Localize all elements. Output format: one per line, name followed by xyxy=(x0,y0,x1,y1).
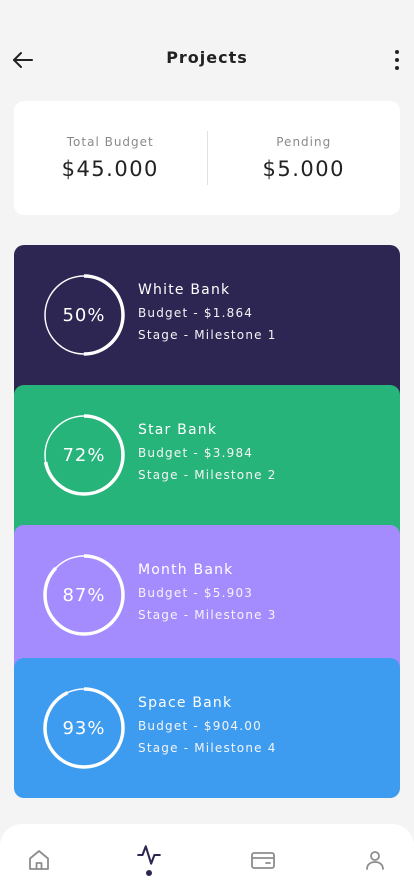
wallet-icon xyxy=(251,852,275,869)
project-name: Star Bank xyxy=(138,422,218,438)
budget-summary-card: Total Budget $45.000 Pending $5.000 xyxy=(14,101,400,215)
project-name: Month Bank xyxy=(138,562,234,578)
progress-ring: 72% xyxy=(43,414,125,496)
progress-percent: 93% xyxy=(62,717,106,739)
project-name: White Bank xyxy=(138,282,231,298)
total-budget: Total Budget $45.000 xyxy=(14,135,207,181)
bottom-nav xyxy=(0,824,414,896)
nav-wallet[interactable] xyxy=(249,846,277,874)
pending-label: Pending xyxy=(276,135,332,149)
nav-activity[interactable] xyxy=(135,841,163,869)
project-budget: Budget - $904.00 xyxy=(138,719,262,733)
project-budget: Budget - $5.903 xyxy=(138,586,254,600)
project-budget: Budget - $3.984 xyxy=(138,446,254,460)
progress-percent: 72% xyxy=(62,444,106,466)
progress-percent: 87% xyxy=(62,584,106,606)
pending-value: $5.000 xyxy=(262,157,345,181)
more-options-button[interactable] xyxy=(388,47,406,73)
progress-ring: 93% xyxy=(43,687,125,769)
activity-icon xyxy=(137,845,161,865)
project-stage: Stage - Milestone 1 xyxy=(138,328,277,342)
project-stage: Stage - Milestone 4 xyxy=(138,741,277,755)
total-budget-value: $45.000 xyxy=(61,157,159,181)
total-budget-label: Total Budget xyxy=(66,135,154,149)
project-stage: Stage - Milestone 3 xyxy=(138,608,277,622)
active-indicator xyxy=(146,870,152,876)
nav-profile[interactable] xyxy=(361,846,389,874)
pending-budget: Pending $5.000 xyxy=(208,135,401,181)
page-title: Projects xyxy=(166,48,248,67)
header: Projects xyxy=(0,0,414,110)
project-budget: Budget - $1.864 xyxy=(138,306,254,320)
project-card[interactable]: 93% Space Bank Budget - $904.00 Stage - … xyxy=(14,658,400,798)
project-name: Space Bank xyxy=(138,695,233,711)
projects-screen: Projects Total Budget $45.000 Pending $5… xyxy=(0,0,414,896)
progress-ring: 50% xyxy=(43,274,125,356)
progress-ring: 87% xyxy=(43,554,125,636)
more-vertical-icon xyxy=(395,50,399,54)
progress-percent: 50% xyxy=(62,304,106,326)
user-icon xyxy=(366,851,384,870)
nav-home[interactable] xyxy=(25,846,53,874)
home-icon xyxy=(29,850,49,870)
project-stage: Stage - Milestone 2 xyxy=(138,468,277,482)
